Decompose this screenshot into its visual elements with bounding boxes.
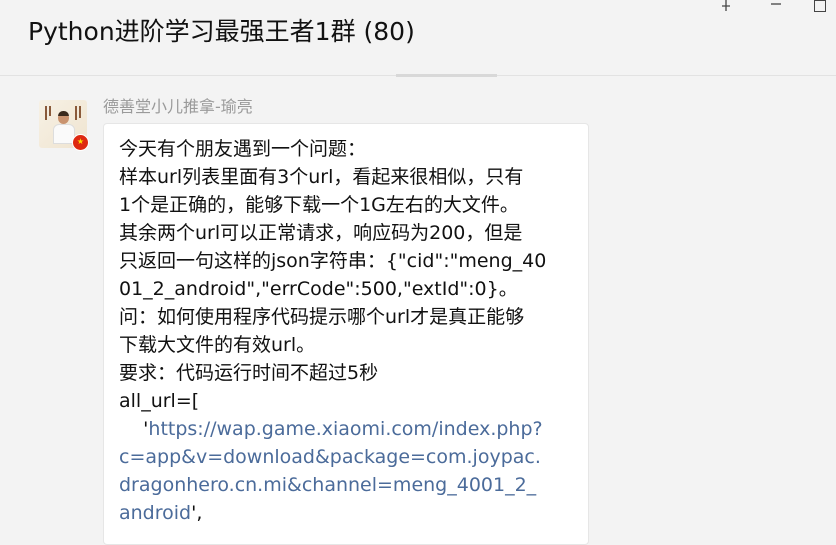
chat-header: Python进阶学习最强王者1群 (80) xyxy=(0,0,836,62)
message-line: 样本url列表里面有3个url，看起来很相似，只有 xyxy=(119,166,524,188)
url-link[interactable]: android xyxy=(119,502,191,524)
message-line: 1个是正确的，能够下载一个1G左右的大文件。 xyxy=(119,194,519,216)
message-line: 只返回一句这样的json字符串：{"cid":"meng_40 xyxy=(119,250,547,272)
message-bubble[interactable]: 今天有个朋友遇到一个问题： 样本url列表里面有3个url，看起来很相似，只有 … xyxy=(103,123,589,545)
message-text: 今天有个朋友遇到一个问题： 样本url列表里面有3个url，看起来很相似，只有 … xyxy=(119,135,575,527)
minimize-icon[interactable] xyxy=(762,0,790,16)
url-link[interactable]: dragonhero.cn.mi&channel=meng_4001_2_ xyxy=(119,471,575,499)
message-line: 今天有个朋友遇到一个问题： xyxy=(119,138,367,160)
url-line: android', xyxy=(119,499,575,527)
message-line: 要求：代码运行时间不超过5秒 xyxy=(119,362,379,384)
url-line: 'https://wap.game.xiaomi.com/index.php? xyxy=(119,415,575,443)
url-link[interactable]: c=app&v=download&package=com.joypac. xyxy=(119,443,575,471)
url-quote-close: ', xyxy=(191,502,203,524)
url-link[interactable]: https://wap.game.xiaomi.com/index.php? xyxy=(148,418,542,440)
message-line: 01_2_android","errCode":500,"extId":0}。 xyxy=(119,278,518,300)
message-line: 下载大文件的有效url。 xyxy=(119,334,316,356)
chat-title: Python进阶学习最强王者1群 (80) xyxy=(28,17,415,46)
message-line: all_url=[ xyxy=(119,390,200,412)
china-flag-icon: ★ xyxy=(72,134,89,151)
pin-icon[interactable] xyxy=(712,0,740,16)
sender-name[interactable]: 德善堂小儿推拿-瑜亮 xyxy=(103,93,253,117)
restore-icon[interactable] xyxy=(806,0,834,16)
message-line: 问：如何使用程序代码提示哪个url才是真正能够 xyxy=(119,306,525,328)
message-line: 其余两个url可以正常请求，响应码为200，但是 xyxy=(119,222,523,244)
resize-handle[interactable] xyxy=(396,74,497,77)
